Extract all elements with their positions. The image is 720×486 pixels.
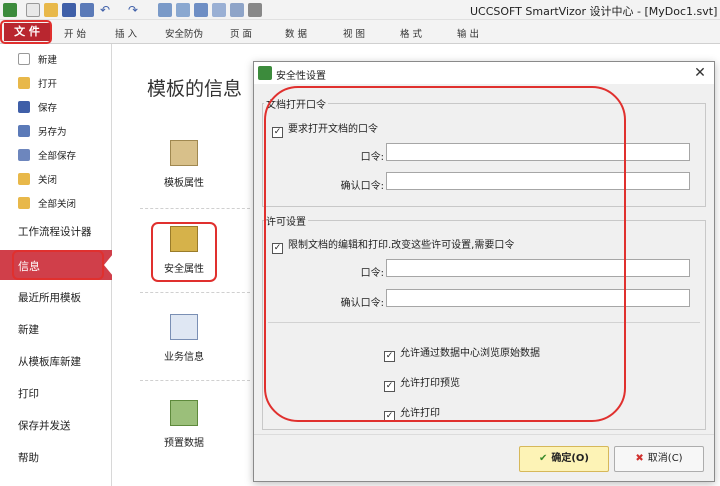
cancel-button-label: 取消(C) bbox=[647, 453, 683, 464]
nav-open-label: 打开 bbox=[38, 79, 58, 90]
preset-data-icon bbox=[170, 400, 198, 426]
save-all-icon bbox=[18, 149, 30, 161]
undo-icon[interactable]: ↶ bbox=[100, 3, 114, 17]
toolbar-icon-3[interactable] bbox=[194, 3, 208, 17]
nav-selected-arrow bbox=[104, 254, 113, 276]
divider bbox=[140, 380, 250, 381]
ok-button-label: 确定(O) bbox=[551, 453, 590, 464]
new-doc-icon[interactable] bbox=[26, 3, 40, 17]
nav-close[interactable]: 关闭 bbox=[18, 172, 57, 186]
business-info-item[interactable]: 业务信息 bbox=[150, 314, 218, 363]
nav-save-all[interactable]: 全部保存 bbox=[18, 148, 76, 162]
nav-recent-templates[interactable]: 最近所用模板 bbox=[18, 290, 81, 305]
save-icon bbox=[18, 101, 30, 113]
toolbar-icon-2[interactable] bbox=[176, 3, 190, 17]
save-as-icon bbox=[18, 125, 30, 137]
cancel-x-icon: ✖ bbox=[635, 453, 644, 464]
nav-open[interactable]: 打开 bbox=[18, 76, 57, 90]
save-as-icon[interactable] bbox=[80, 3, 94, 17]
business-card-icon bbox=[170, 314, 198, 340]
title-bar: ↶ ↷ UCCSOFT SmartVizor 设计中心 - [MyDoc1.sv… bbox=[0, 0, 720, 20]
business-info-label: 业务信息 bbox=[164, 352, 204, 363]
tab-view[interactable]: 视 图 bbox=[343, 26, 365, 40]
nav-save-all-label: 全部保存 bbox=[38, 151, 77, 162]
nav-close-all[interactable]: 全部关闭 bbox=[18, 196, 76, 210]
dialog-title: 安全性设置 bbox=[276, 71, 326, 82]
nav-close-all-label: 全部关闭 bbox=[38, 199, 77, 210]
annotation-highlight bbox=[264, 86, 626, 422]
redo-icon[interactable]: ↷ bbox=[128, 3, 142, 17]
divider bbox=[140, 208, 250, 209]
file-tab-highlight bbox=[0, 20, 52, 44]
tab-page[interactable]: 页 面 bbox=[230, 26, 252, 40]
tab-output[interactable]: 输 出 bbox=[457, 26, 479, 40]
toolbar-icon-5[interactable] bbox=[230, 3, 244, 17]
preset-data-item[interactable]: 预置数据 bbox=[150, 400, 218, 449]
divider bbox=[140, 292, 250, 293]
ribbon-tabs: 文 件 开 始 插 入 安全防伪 页 面 数 据 视 图 格 式 输 出 bbox=[0, 20, 720, 44]
nav-new[interactable]: 新建 bbox=[18, 52, 57, 66]
close-folder-icon bbox=[18, 173, 30, 185]
tab-data[interactable]: 数 据 bbox=[285, 26, 307, 40]
nav-print[interactable]: 打印 bbox=[18, 386, 39, 401]
tab-insert[interactable]: 插 入 bbox=[115, 26, 137, 40]
nav-save-label: 保存 bbox=[38, 103, 58, 114]
ok-button[interactable]: ✔ 确定(O) bbox=[519, 446, 609, 472]
security-highlight bbox=[151, 222, 217, 282]
tab-home[interactable]: 开 始 bbox=[64, 26, 86, 40]
nav-save[interactable]: 保存 bbox=[18, 100, 57, 114]
nav-workflow-designer[interactable]: 工作流程设计器 bbox=[18, 224, 92, 239]
app-title: UCCSOFT SmartVizor 设计中心 - [MyDoc1.svt] bbox=[470, 5, 718, 18]
page-title: 模板的信息 bbox=[147, 78, 243, 100]
print-icon[interactable] bbox=[248, 3, 262, 17]
cancel-button[interactable]: ✖ 取消(C) bbox=[614, 446, 704, 472]
new-icon bbox=[18, 53, 30, 65]
preset-data-label: 预置数据 bbox=[164, 438, 204, 449]
nav-save-as[interactable]: 另存为 bbox=[18, 124, 67, 138]
tab-format[interactable]: 格 式 bbox=[400, 26, 422, 40]
open-folder-icon[interactable] bbox=[44, 3, 58, 17]
toolbar-icon-1[interactable] bbox=[158, 3, 172, 17]
dialog-app-icon bbox=[258, 66, 272, 80]
tab-security[interactable]: 安全防伪 bbox=[165, 26, 203, 40]
folder-icon bbox=[18, 77, 30, 89]
toolbar-icon-4[interactable] bbox=[212, 3, 226, 17]
nav-close-label: 关闭 bbox=[38, 175, 58, 186]
check-icon: ✔ bbox=[538, 453, 548, 464]
nav-info-highlight bbox=[12, 250, 104, 280]
nav-save-as-label: 另存为 bbox=[38, 127, 67, 138]
nav-new-from-library[interactable]: 从模板库新建 bbox=[18, 354, 81, 369]
save-icon[interactable] bbox=[62, 3, 76, 17]
close-all-icon bbox=[18, 197, 30, 209]
app-logo-icon bbox=[3, 3, 17, 17]
template-properties-label: 模板属性 bbox=[164, 178, 204, 189]
nav-new-big[interactable]: 新建 bbox=[18, 322, 39, 337]
template-properties-item[interactable]: 模板属性 bbox=[150, 140, 218, 189]
nav-save-send[interactable]: 保存并发送 bbox=[18, 418, 71, 433]
close-icon[interactable]: ✕ bbox=[690, 64, 710, 82]
dialog-title-bar: 安全性设置 ✕ bbox=[254, 62, 714, 84]
nav-new-label: 新建 bbox=[38, 55, 58, 66]
nav-help[interactable]: 帮助 bbox=[18, 450, 39, 465]
template-properties-icon bbox=[170, 140, 198, 166]
